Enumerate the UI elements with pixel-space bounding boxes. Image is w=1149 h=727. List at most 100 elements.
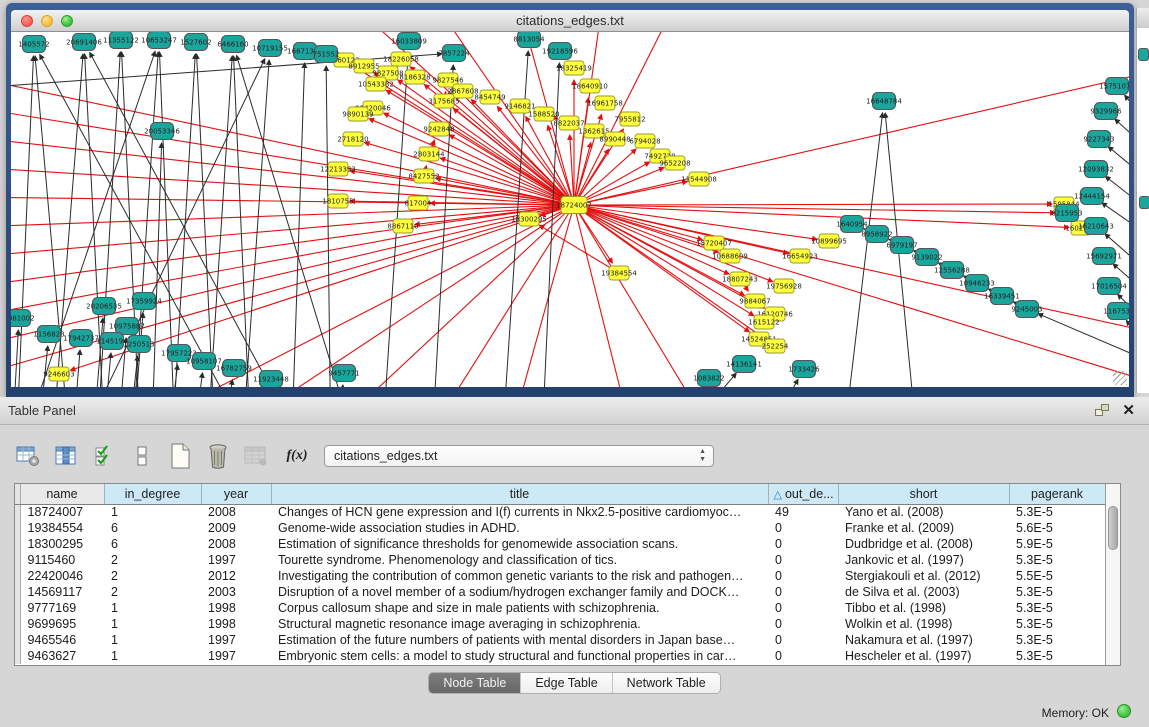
graph-node-yellow[interactable]: 18325419 bbox=[556, 61, 592, 75]
table-cell[interactable]: Franke et al. (2009) bbox=[838, 520, 1009, 536]
table-cell[interactable]: 9699695 bbox=[20, 616, 104, 632]
table-cell[interactable]: 1 bbox=[104, 648, 201, 664]
table-row[interactable]: 946362711997Embryonic stem cells: a mode… bbox=[15, 648, 1105, 664]
table-cell[interactable]: 6 bbox=[104, 520, 201, 536]
table-cell[interactable]: 1 bbox=[104, 600, 201, 616]
graph-node-teal[interactable]: 8958922 bbox=[861, 226, 892, 243]
graph-node-yellow[interactable]: 9884067 bbox=[739, 294, 770, 308]
graph-node-teal[interactable]: 751552 bbox=[313, 46, 340, 63]
table-cell[interactable]: 19384554 bbox=[20, 520, 104, 536]
scrollbar-thumb[interactable] bbox=[1108, 506, 1118, 550]
table-cell[interactable]: 2008 bbox=[201, 536, 271, 552]
table-cell[interactable]: 0 bbox=[768, 600, 838, 616]
table-row[interactable]: 1830029562008Estimation of significance … bbox=[15, 536, 1105, 552]
table-cell[interactable]: Estimation of the future numbers of pati… bbox=[271, 632, 768, 648]
column-header-out_de[interactable]: △out_de... bbox=[768, 484, 838, 504]
table-cell[interactable]: Tibbo et al. (1998) bbox=[838, 600, 1009, 616]
graph-edge[interactable] bbox=[241, 60, 269, 387]
graph-node-yellow[interactable]: 18226058 bbox=[383, 52, 419, 66]
graph-node-teal[interactable]: 20053346 bbox=[144, 123, 180, 140]
graph-node-yellow[interactable]: 9246603 bbox=[43, 367, 74, 381]
graph-edge[interactable] bbox=[384, 113, 574, 205]
graph-edge[interactable] bbox=[431, 205, 574, 387]
graph-node-yellow[interactable]: 18724007 bbox=[556, 197, 592, 214]
table-cell[interactable]: 0 bbox=[768, 568, 838, 584]
table-cell[interactable]: 22420046 bbox=[20, 568, 104, 584]
table-cell[interactable]: 5.3E-5 bbox=[1009, 648, 1105, 664]
graph-edge[interactable] bbox=[574, 205, 711, 387]
table-cell[interactable]: Embryonic stem cells: a model to study s… bbox=[271, 648, 768, 664]
table-cell[interactable]: Genome-wide association studies in ADHD. bbox=[271, 520, 768, 536]
graph-node-yellow[interactable]: 252254 bbox=[762, 339, 789, 353]
new-column-icon[interactable] bbox=[166, 442, 194, 470]
table-cell[interactable]: 6 bbox=[104, 536, 201, 552]
graph-edge[interactable] bbox=[841, 113, 883, 387]
network-window-titlebar[interactable]: citations_edges.txt bbox=[11, 10, 1129, 32]
graph-node-teal[interactable]: 1156828 bbox=[33, 326, 64, 343]
graph-edge[interactable] bbox=[574, 205, 1055, 213]
table-cell[interactable]: de Silva et al. (2003) bbox=[838, 584, 1009, 600]
table-cell[interactable]: 0 bbox=[768, 552, 838, 568]
graph-edge[interactable] bbox=[1115, 119, 1129, 152]
graph-node-teal[interactable]: 12444154 bbox=[1074, 188, 1110, 205]
table-cell[interactable]: 5.3E-5 bbox=[1009, 632, 1105, 648]
column-header-in_degree[interactable]: in_degree bbox=[104, 484, 201, 504]
table-cell[interactable]: 14569117 bbox=[20, 584, 104, 600]
show-columns-icon[interactable] bbox=[52, 442, 80, 470]
table-cell[interactable]: 0 bbox=[768, 584, 838, 600]
tab-node-table[interactable]: Node Table bbox=[429, 673, 520, 693]
graph-edge[interactable] bbox=[574, 143, 591, 205]
table-cell[interactable]: 1 bbox=[104, 616, 201, 632]
node-table[interactable]: namein_degreeyeartitle△out_de...shortpag… bbox=[14, 483, 1121, 666]
table-cell[interactable]: 2009 bbox=[201, 520, 271, 536]
table-cell[interactable]: 9465546 bbox=[20, 632, 104, 648]
graph-node-yellow[interactable]: 817004 bbox=[405, 196, 432, 210]
table-selector-dropdown[interactable]: citations_edges.txt ▲▼ bbox=[324, 445, 714, 467]
vertical-scrollbar[interactable] bbox=[1105, 484, 1120, 665]
table-cell[interactable]: 18300295 bbox=[20, 536, 104, 552]
graph-edge[interactable] bbox=[11, 205, 574, 257]
graph-edge[interactable] bbox=[574, 205, 1069, 227]
graph-edge[interactable] bbox=[11, 205, 574, 377]
graph-node-teal[interactable]: 9227343 bbox=[1083, 131, 1114, 148]
table-cell[interactable]: 1997 bbox=[201, 552, 271, 568]
graph-node-teal[interactable]: 8215953 bbox=[1051, 205, 1082, 222]
graph-edge[interactable] bbox=[191, 373, 202, 387]
graph-node-teal[interactable]: 9245003 bbox=[1011, 301, 1042, 318]
table-mode-icon[interactable] bbox=[14, 442, 42, 470]
graph-node-teal[interactable]: 6979197 bbox=[886, 237, 917, 254]
graph-node-teal[interactable]: 9081002 bbox=[11, 310, 35, 327]
network-canvas[interactable]: 1872400786601238912955182260589827508818… bbox=[11, 32, 1129, 387]
graph-node-teal[interactable]: 19218596 bbox=[542, 43, 578, 60]
table-cell[interactable]: 5.3E-5 bbox=[1009, 504, 1105, 520]
table-cell[interactable]: 1998 bbox=[201, 600, 271, 616]
graph-node-teal[interactable]: 15751074 bbox=[1099, 78, 1129, 95]
table-cell[interactable]: 9115460 bbox=[20, 552, 104, 568]
tab-network-table[interactable]: Network Table bbox=[612, 673, 720, 693]
network-graph[interactable]: 1872400786601238912955182260589827508818… bbox=[11, 32, 1129, 387]
table-cell[interactable]: 1998 bbox=[201, 616, 271, 632]
graph-node-yellow[interactable]: 6794028 bbox=[629, 134, 660, 148]
graph-node-teal[interactable]: 1405572 bbox=[18, 36, 49, 53]
table-cell[interactable]: Corpus callosum shape and size in male p… bbox=[271, 600, 768, 616]
graph-node-yellow[interactable]: 1810755 bbox=[322, 194, 353, 208]
table-cell[interactable]: 2003 bbox=[201, 584, 271, 600]
graph-edge[interactable] bbox=[431, 65, 453, 387]
table-cell[interactable]: 49 bbox=[768, 504, 838, 520]
float-panel-icon[interactable] bbox=[1095, 404, 1109, 416]
graph-node-yellow[interactable]: 16961758 bbox=[587, 96, 623, 110]
table-cell[interactable]: Changes of HCN gene expression and I(f) … bbox=[271, 504, 768, 520]
table-cell[interactable]: 5.5E-5 bbox=[1009, 568, 1105, 584]
table-cell[interactable]: 0 bbox=[768, 648, 838, 664]
table-cell[interactable]: 9777169 bbox=[20, 600, 104, 616]
graph-node-teal[interactable]: 14136141 bbox=[726, 356, 762, 373]
graph-edge[interactable] bbox=[1125, 95, 1129, 127]
table-row[interactable]: 1456911722003Disruption of a novel membe… bbox=[15, 584, 1105, 600]
graph-node-yellow[interactable]: 8186328 bbox=[399, 70, 430, 84]
column-header-year[interactable]: year bbox=[201, 484, 271, 504]
table-cell[interactable]: 0 bbox=[768, 536, 838, 552]
table-row[interactable]: 977716911998Corpus callosum shape and si… bbox=[15, 600, 1105, 616]
table-cell[interactable]: 9463627 bbox=[20, 648, 104, 664]
table-row[interactable]: 946554611997Estimation of the future num… bbox=[15, 632, 1105, 648]
table-cell[interactable]: 0 bbox=[768, 616, 838, 632]
